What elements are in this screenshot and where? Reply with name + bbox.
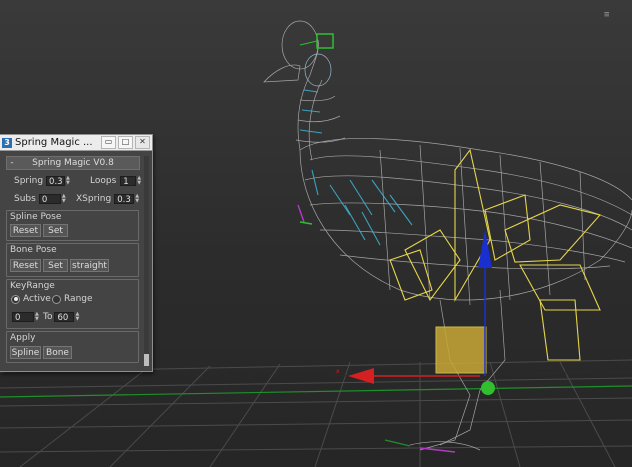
spline-set-button[interactable]: Set (43, 224, 68, 237)
spinner-arrows-icon[interactable]: ▲ ▼ (137, 175, 143, 186)
spring-row: Spring 0.3 ▲ ▼ (14, 175, 72, 187)
spring-label: Spring (14, 175, 44, 186)
keyrange-from-to: 0 ▲ ▼ To 60 ▲ ▼ (12, 311, 81, 323)
spline-reset-button[interactable]: Reset (10, 224, 41, 237)
apply-spline-button[interactable]: Spline (10, 346, 41, 359)
to-spinner[interactable]: 60 ▲ ▼ (54, 311, 81, 323)
panel-scrollbar[interactable] (144, 156, 149, 366)
viewcube-icon[interactable]: ≡ (604, 10, 628, 32)
subs-label: Subs (14, 193, 36, 204)
from-input[interactable]: 0 (12, 311, 34, 323)
collapse-icon[interactable]: - (7, 158, 17, 168)
maximize-button[interactable]: □ (118, 136, 133, 149)
active-radio[interactable] (11, 294, 20, 304)
head-control (316, 33, 334, 49)
apply-group: Apply Spline Bone (6, 331, 139, 363)
keyrange-label: KeyRange (10, 281, 55, 291)
subs-spinner[interactable]: 0 ▲ ▼ (38, 193, 68, 205)
spinner-arrows-icon[interactable]: ▲ ▼ (75, 311, 81, 322)
spinner-arrows-icon[interactable]: ▲ ▼ (66, 175, 72, 186)
minimize-button[interactable]: ▭ (101, 136, 116, 149)
xspring-spinner[interactable]: 0.3 ▲ ▼ (114, 193, 141, 205)
loops-label: Loops (90, 175, 117, 186)
xspring-input[interactable]: 0.3 (114, 193, 135, 205)
bone-reset-button[interactable]: Reset (10, 259, 41, 272)
spline-pose-group: Spline Pose Reset Set (6, 210, 139, 241)
apply-label: Apply (10, 333, 36, 343)
panel-content: - Spring Magic V0.8 Spring 0.3 ▲ ▼ Loops … (6, 156, 141, 363)
active-radio-label: Active (23, 294, 51, 304)
foot-details (297, 204, 456, 453)
bone-pose-group: Bone Pose Reset Set straight (6, 243, 139, 277)
close-button[interactable]: ✕ (135, 136, 150, 149)
subs-input[interactable]: 0 (38, 193, 61, 205)
spinner-arrows-icon[interactable]: ▲ ▼ (35, 311, 41, 322)
loops-row: Loops 1 ▲ ▼ (90, 175, 143, 187)
scrollbar-thumb[interactable] (144, 354, 149, 366)
loops-spinner[interactable]: 1 ▲ ▼ (120, 175, 143, 187)
panel-title: Spring Magic ... (15, 137, 93, 148)
bone-pose-label: Bone Pose (10, 245, 57, 255)
keyrange-group: KeyRange Active Range 0 ▲ ▼ To 60 ▲ ▼ (6, 279, 139, 329)
grid-axis-line (0, 385, 632, 398)
selected-box (435, 326, 487, 374)
spring-magic-panel: 3 Spring Magic ... ▭ □ ✕ - Spring Magic … (0, 134, 153, 372)
feather-details (299, 89, 413, 246)
spinner-arrows-icon[interactable]: ▲ ▼ (62, 193, 68, 204)
rollout-title: Spring Magic V0.8 (32, 158, 114, 168)
cassowary-wireframe (263, 20, 632, 451)
loops-input[interactable]: 1 (120, 175, 137, 187)
keyrange-range-option[interactable]: Range (52, 294, 93, 304)
bone-straight-button[interactable]: straight (70, 259, 109, 272)
app-logo-icon: 3 (2, 137, 12, 148)
range-radio[interactable] (52, 294, 61, 304)
keyrange-active-option[interactable]: Active (11, 294, 51, 304)
spline-pose-label: Spline Pose (10, 212, 62, 222)
range-radio-label: Range (64, 294, 93, 304)
ground-grid (0, 359, 632, 467)
to-label: To (43, 311, 53, 322)
rollout-header[interactable]: - Spring Magic V0.8 (6, 156, 140, 170)
spring-spinner[interactable]: 0.3 ▲ ▼ (46, 175, 72, 187)
spinner-arrows-icon[interactable]: ▲ ▼ (135, 193, 141, 204)
xspring-row: XSpring 0.3 ▲ ▼ (76, 193, 141, 205)
subs-row: Subs 0 ▲ ▼ (14, 193, 68, 205)
svg-text:x: x (336, 368, 340, 375)
xspring-label: XSpring (76, 193, 112, 204)
spring-input[interactable]: 0.3 (46, 175, 66, 187)
from-spinner[interactable]: 0 ▲ ▼ (12, 311, 41, 323)
apply-bone-button[interactable]: Bone (43, 346, 72, 359)
to-input[interactable]: 60 (54, 311, 75, 323)
panel-titlebar[interactable]: 3 Spring Magic ... ▭ □ ✕ (0, 135, 152, 151)
bone-rig (389, 148, 602, 361)
bone-set-button[interactable]: Set (43, 259, 68, 272)
